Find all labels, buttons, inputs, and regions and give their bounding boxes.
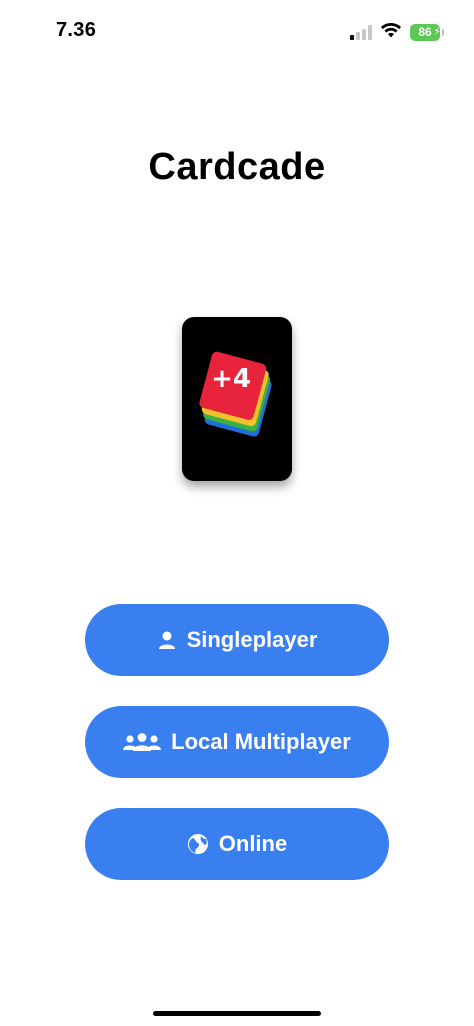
globe-icon bbox=[187, 833, 209, 855]
wifi-icon bbox=[380, 22, 402, 43]
card-face-text: +4 bbox=[211, 364, 251, 394]
app-screen: 7.36 86 ⚡ Cardcade +4 Singleplayer Local… bbox=[0, 0, 474, 1026]
signal-icon bbox=[350, 24, 372, 40]
card-stack-illustration: +4 bbox=[199, 351, 272, 437]
singleplayer-button[interactable]: Singleplayer bbox=[85, 604, 389, 676]
app-title: Cardcade bbox=[148, 146, 326, 188]
online-label: Online bbox=[218, 831, 288, 856]
person-icon bbox=[157, 630, 177, 650]
local-multiplayer-label: Local Multiplayer bbox=[171, 729, 351, 754]
battery-level: 86 bbox=[418, 25, 432, 39]
singleplayer-label: Singleplayer bbox=[186, 627, 318, 652]
battery-icon: 86 ⚡ bbox=[410, 23, 444, 41]
status-time: 7.36 bbox=[56, 19, 97, 41]
status-icons: 86 ⚡ bbox=[350, 22, 444, 43]
app-logo-card: +4 bbox=[182, 317, 292, 481]
online-button[interactable]: Online bbox=[85, 808, 389, 880]
charging-bolt-icon: ⚡ bbox=[433, 25, 441, 38]
people-icon bbox=[123, 732, 162, 752]
local-multiplayer-button[interactable]: Local Multiplayer bbox=[85, 706, 389, 778]
home-indicator[interactable] bbox=[153, 1011, 321, 1016]
